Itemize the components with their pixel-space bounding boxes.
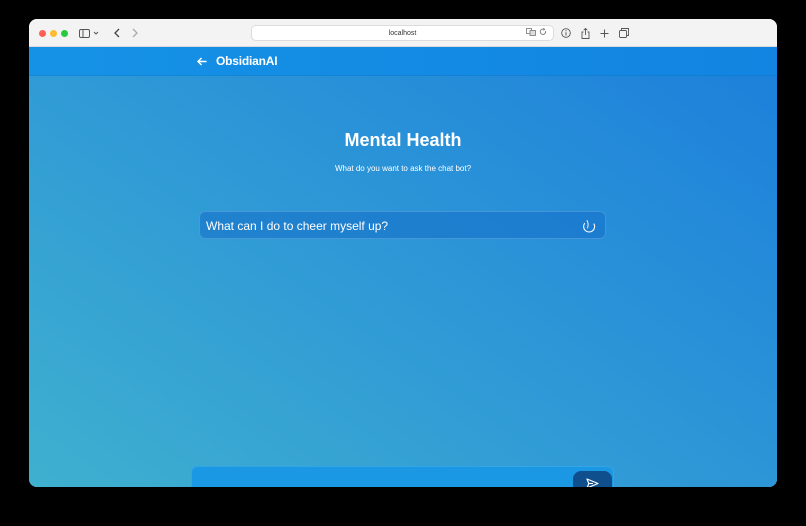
user-question-text: What can I do to cheer myself up? (206, 219, 389, 233)
url-text: localhost (388, 29, 417, 37)
page-subtitle: What do you want to ask the chat bot? (334, 164, 472, 173)
user-question-bubble: What can I do to cheer myself up? (199, 211, 606, 239)
page-title: Mental Health (344, 130, 462, 150)
back-button[interactable] (195, 54, 209, 68)
new-tab-icon[interactable] (598, 26, 610, 40)
minimize-window-button[interactable] (50, 30, 57, 37)
browser-window: localhost ObsidianAI Mental Health What … (29, 19, 777, 487)
share-icon[interactable] (579, 26, 591, 40)
tab-overview-icon[interactable] (618, 26, 630, 40)
browser-toolbar: localhost (29, 19, 777, 47)
loading-spinner-icon (583, 220, 596, 233)
translate-icon[interactable] (526, 28, 536, 38)
arrow-left-icon (197, 56, 207, 66)
forward-nav-icon[interactable] (129, 26, 141, 40)
sidebar-toggle-icon[interactable] (79, 26, 99, 40)
send-button[interactable] (573, 471, 612, 487)
back-nav-icon[interactable] (111, 26, 123, 40)
app-header: ObsidianAI (29, 47, 777, 76)
close-window-button[interactable] (39, 30, 46, 37)
zoom-window-button[interactable] (61, 30, 68, 37)
reload-icon[interactable] (539, 27, 547, 38)
app-viewport: ObsidianAI Mental Health What do you wan… (29, 47, 777, 487)
chat-input[interactable] (198, 471, 568, 487)
info-icon[interactable] (560, 26, 572, 40)
brand-name: ObsidianAI (216, 54, 278, 68)
chat-composer (191, 466, 614, 487)
send-icon (586, 477, 599, 487)
address-bar[interactable]: localhost (251, 25, 554, 41)
